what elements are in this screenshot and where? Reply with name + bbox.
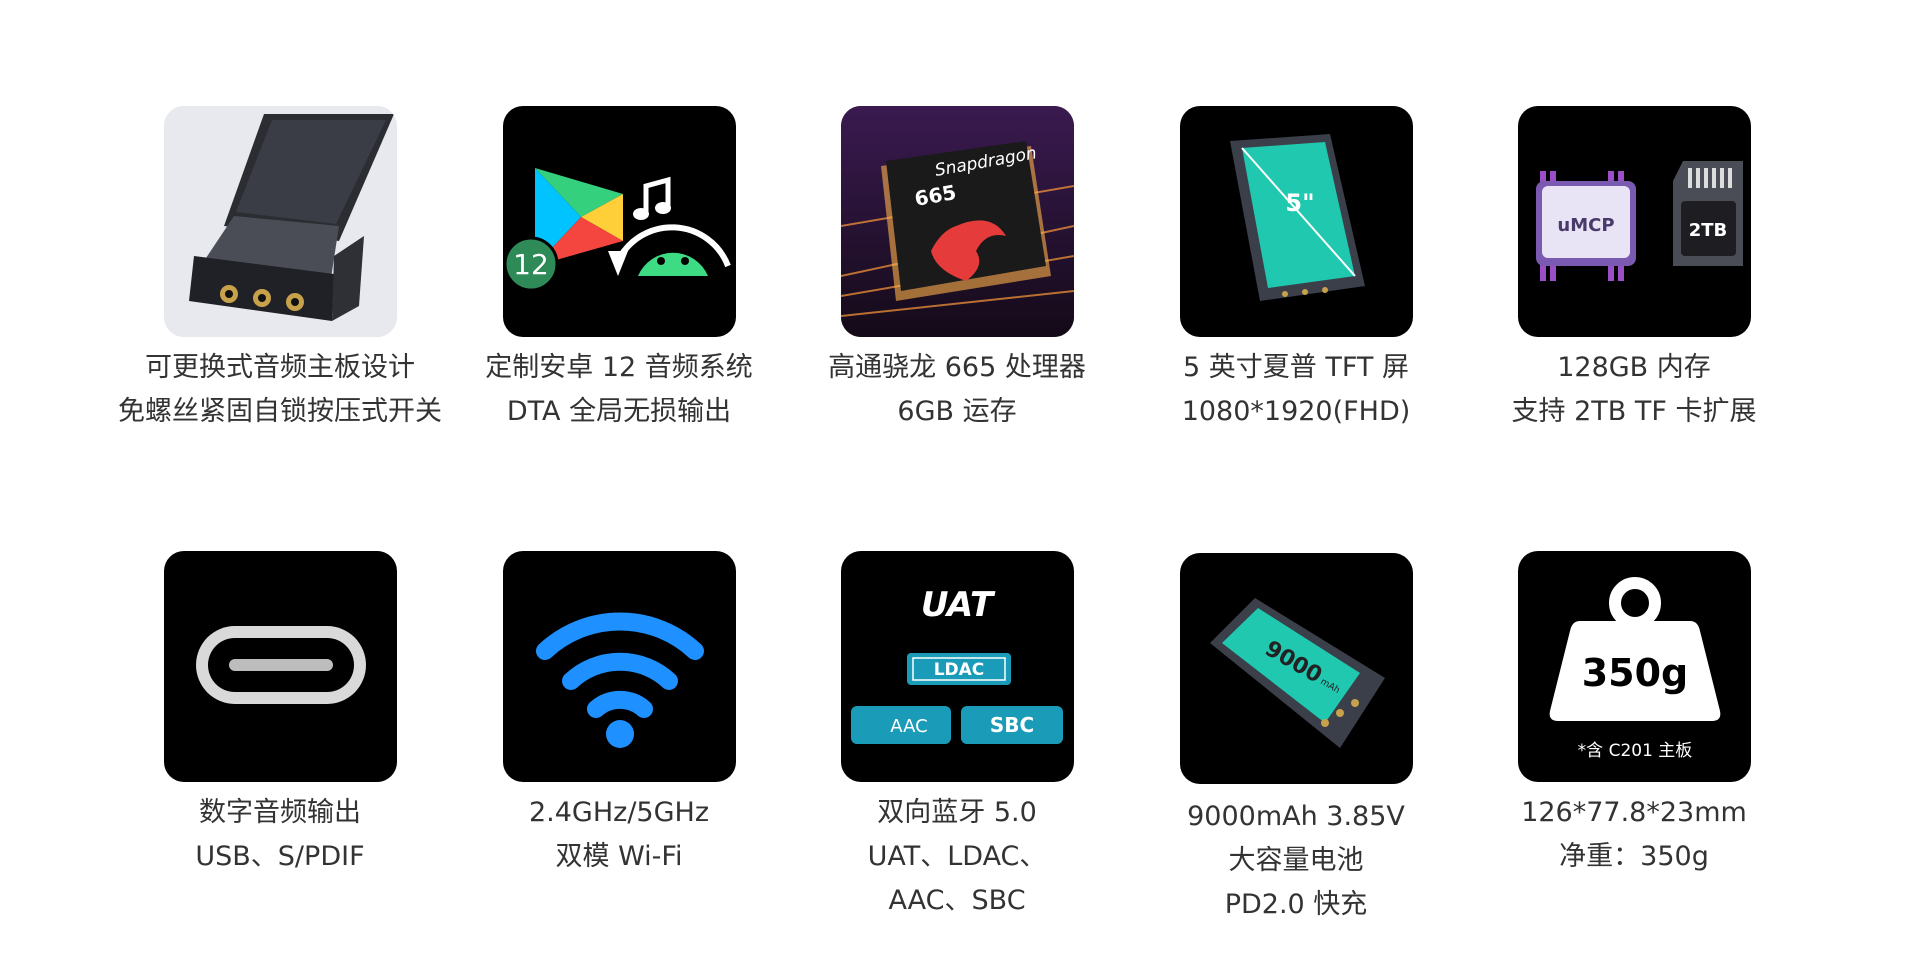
codec-sbc-label: SBC [990,713,1034,737]
wifi-tile [503,551,736,782]
feature-caption-storage: 128GB 内存 支持 2TB TF 卡扩展 [1424,346,1844,434]
screen-size-label: 5" [1285,189,1314,217]
codec-aac-label: AAC [890,716,927,737]
caption-line: 128GB 内存 [1557,352,1711,383]
storage-tile: uMCP 2TB [1518,106,1751,337]
mainboard-image [164,106,397,337]
codec-ldac-label: LDAC [934,660,985,680]
feature-caption-weight: 126*77.8*23mm 净重：350g [1424,791,1844,879]
caption-line: 支持 2TB TF 卡扩展 [1511,396,1757,427]
caption-line: 净重：350g [1559,841,1709,872]
weight-label: 350g [1582,651,1689,695]
caption-line: 126*77.8*23mm [1521,797,1747,828]
bluetooth-codecs-tile: UAT LDAC AAC SBC [841,551,1074,782]
snapdragon-chip-image: Snapdragon 665 [841,106,1074,337]
battery-tile: 9000 mAh [1180,553,1413,784]
weight-note: *含 C201 主板 [1578,741,1693,761]
caption-line: PD2.0 快充 [1224,889,1368,920]
codec-uat-label: UAT [921,585,996,625]
usb-c-tile [164,551,397,782]
tf-card-label: 2TB [1689,220,1728,241]
android-12-tile: 12 [503,106,736,337]
android-version-badge: 12 [513,248,549,281]
weight-tile: 350g *含 C201 主板 [1518,551,1751,782]
screen-size-tile: 5" [1180,106,1413,337]
umcp-label: uMCP [1557,215,1614,236]
